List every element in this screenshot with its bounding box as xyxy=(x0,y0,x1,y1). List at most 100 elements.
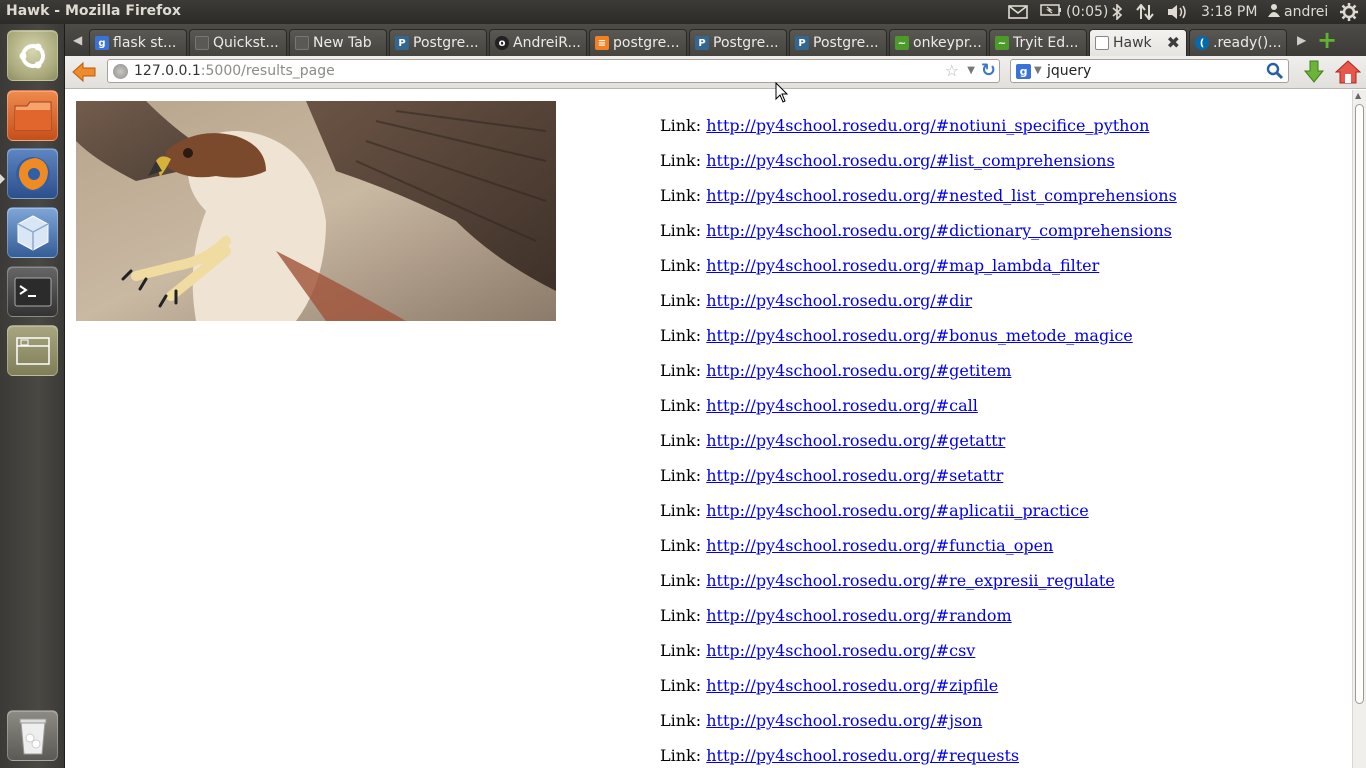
list-item: Link: http://py4school.rosedu.org/#notiu… xyxy=(660,114,1177,149)
list-item: Link: http://py4school.rosedu.org/#getit… xyxy=(660,359,1177,394)
tab-9[interactable]: ~ Tryit Ed... xyxy=(989,29,1087,56)
link[interactable]: http://py4school.rosedu.org/#functia_ope… xyxy=(706,536,1053,555)
google-search-engine-icon[interactable]: g xyxy=(1016,64,1031,79)
files-button[interactable] xyxy=(7,90,58,141)
mail-icon[interactable] xyxy=(1008,3,1028,21)
link[interactable]: http://py4school.rosedu.org/#aplicatii_p… xyxy=(706,501,1088,520)
chevron-down-icon[interactable]: ▼ xyxy=(967,65,975,76)
google-favicon-icon: g xyxy=(95,36,109,50)
link[interactable]: http://py4school.rosedu.org/#nested_list… xyxy=(706,186,1177,205)
close-tab-icon[interactable]: ✖ xyxy=(1167,33,1180,52)
chevron-down-icon[interactable]: ▼ xyxy=(1034,65,1042,76)
reload-icon[interactable]: ↻ xyxy=(981,60,996,81)
back-arrow-icon[interactable] xyxy=(71,59,97,85)
link[interactable]: http://py4school.rosedu.org/#notiuni_spe… xyxy=(706,116,1149,135)
bookmark-star-icon[interactable]: ☆ xyxy=(945,61,959,80)
scrollbar-thumb[interactable] xyxy=(1355,104,1364,704)
link[interactable]: http://py4school.rosedu.org/#map_lambda_… xyxy=(706,256,1099,275)
trash-icon xyxy=(19,718,47,755)
postgresql-favicon-icon: P xyxy=(695,36,709,50)
tab-2[interactable]: New Tab xyxy=(289,29,387,56)
postgresql-favicon-icon: P xyxy=(795,36,809,50)
bluetooth-icon[interactable] xyxy=(1111,3,1123,21)
link-list: Link: http://py4school.rosedu.org/#notiu… xyxy=(660,114,1177,768)
list-item: Link: http://py4school.rosedu.org/#json xyxy=(660,709,1177,744)
firefox-button[interactable] xyxy=(7,148,58,199)
terminal-button[interactable] xyxy=(7,266,58,317)
url-text[interactable]: 127.0.0.1:5000/results_page xyxy=(134,63,335,79)
scroll-up-icon[interactable]: ▲ xyxy=(1355,91,1361,100)
link-label: Link: xyxy=(660,746,702,765)
list-item: Link: http://py4school.rosedu.org/#csv xyxy=(660,639,1177,674)
user-menu[interactable]: andrei xyxy=(1268,3,1328,21)
url-path: :5000/results_page xyxy=(200,63,335,79)
tab-11[interactable]: (.ready()... xyxy=(1189,29,1287,56)
link-label: Link: xyxy=(660,326,702,345)
link[interactable]: http://py4school.rosedu.org/#zipfile xyxy=(706,676,998,695)
link[interactable]: http://py4school.rosedu.org/#bonus_metod… xyxy=(706,326,1133,345)
link[interactable]: http://py4school.rosedu.org/#getattr xyxy=(706,431,1005,450)
new-tab-plus-icon[interactable]: + xyxy=(1317,26,1337,54)
link[interactable]: http://py4school.rosedu.org/#re_expresii… xyxy=(706,571,1115,590)
link[interactable]: http://py4school.rosedu.org/#requests xyxy=(706,746,1019,765)
tab-4[interactable]: o AndreiR... xyxy=(489,29,587,56)
link-label: Link: xyxy=(660,361,702,380)
trash-button[interactable] xyxy=(7,710,58,761)
ubuntu-logo-icon xyxy=(19,43,45,69)
tab-5[interactable]: ≡ postgre... xyxy=(589,29,687,56)
list-item: Link: http://py4school.rosedu.org/#zipfi… xyxy=(660,674,1177,709)
hawk-image xyxy=(76,101,556,321)
tab-1[interactable]: Quickst... xyxy=(189,29,287,56)
search-bar[interactable]: g ▼ jquery xyxy=(1010,59,1289,83)
page-favicon-icon xyxy=(295,36,309,50)
gear-icon[interactable] xyxy=(1340,3,1358,21)
link[interactable]: http://py4school.rosedu.org/#dictionary_… xyxy=(706,221,1172,240)
tab-3[interactable]: P Postgre... xyxy=(389,29,487,56)
tab-7[interactable]: P Postgre... xyxy=(789,29,887,56)
clock[interactable]: 3:18 PM xyxy=(1201,3,1257,21)
search-input[interactable]: jquery xyxy=(1047,63,1091,79)
link[interactable]: http://py4school.rosedu.org/#call xyxy=(706,396,978,415)
link-label: Link: xyxy=(660,676,702,695)
dash-home-button[interactable] xyxy=(7,30,58,81)
list-item: Link: http://py4school.rosedu.org/#getat… xyxy=(660,429,1177,464)
download-arrow-icon[interactable] xyxy=(1301,59,1327,85)
link[interactable]: http://py4school.rosedu.org/#list_compre… xyxy=(706,151,1114,170)
battery-indicator[interactable]: (0:05) xyxy=(1040,3,1108,21)
top-panel: Hawk - Mozilla Firefox (0:05) 3:18 PM an… xyxy=(0,0,1366,24)
link[interactable]: http://py4school.rosedu.org/#setattr xyxy=(706,466,1003,485)
network-icon[interactable] xyxy=(1135,3,1155,21)
tab-6[interactable]: P Postgre... xyxy=(689,29,787,56)
link-label: Link: xyxy=(660,641,702,660)
link-label: Link: xyxy=(660,116,702,135)
postgresql-favicon-icon: P xyxy=(395,36,409,50)
page-content: Link: http://py4school.rosedu.org/#notiu… xyxy=(65,90,1352,768)
url-bar[interactable]: 127.0.0.1:5000/results_page ☆ ▼ ↻ xyxy=(107,59,1000,83)
workspace-switcher-button[interactable] xyxy=(7,325,58,376)
tab-10-active[interactable]: Hawk ✖ xyxy=(1089,29,1187,56)
list-item: Link: http://py4school.rosedu.org/#dir xyxy=(660,289,1177,324)
link[interactable]: http://py4school.rosedu.org/#getitem xyxy=(706,361,1011,380)
user-icon xyxy=(1268,3,1280,21)
home-icon[interactable] xyxy=(1334,59,1362,85)
link[interactable]: http://py4school.rosedu.org/#json xyxy=(706,711,982,730)
tab-scroll-left-icon[interactable]: ◀ xyxy=(73,33,82,47)
list-item: Link: http://py4school.rosedu.org/#map_l… xyxy=(660,254,1177,289)
vertical-scrollbar[interactable]: ▲ xyxy=(1352,90,1366,768)
tab-8[interactable]: ~ onkeypr... xyxy=(889,29,987,56)
link[interactable]: http://py4school.rosedu.org/#csv xyxy=(706,641,975,660)
volume-icon[interactable] xyxy=(1167,3,1189,21)
globe-icon[interactable] xyxy=(113,64,128,79)
list-item: Link: http://py4school.rosedu.org/#re_ex… xyxy=(660,569,1177,604)
link[interactable]: http://py4school.rosedu.org/#dir xyxy=(706,291,972,310)
search-icon[interactable] xyxy=(1266,62,1284,80)
tab-scroll-right-icon[interactable]: ▶ xyxy=(1297,33,1306,47)
link-label: Link: xyxy=(660,501,702,520)
battery-icon xyxy=(1040,4,1062,20)
link-label: Link: xyxy=(660,571,702,590)
link[interactable]: http://py4school.rosedu.org/#random xyxy=(706,606,1011,625)
list-item: Link: http://py4school.rosedu.org/#setat… xyxy=(660,464,1177,499)
tab-0[interactable]: g flask st... xyxy=(89,29,187,56)
url-host: 127.0.0.1 xyxy=(134,63,201,79)
virtualbox-button[interactable] xyxy=(7,207,58,258)
